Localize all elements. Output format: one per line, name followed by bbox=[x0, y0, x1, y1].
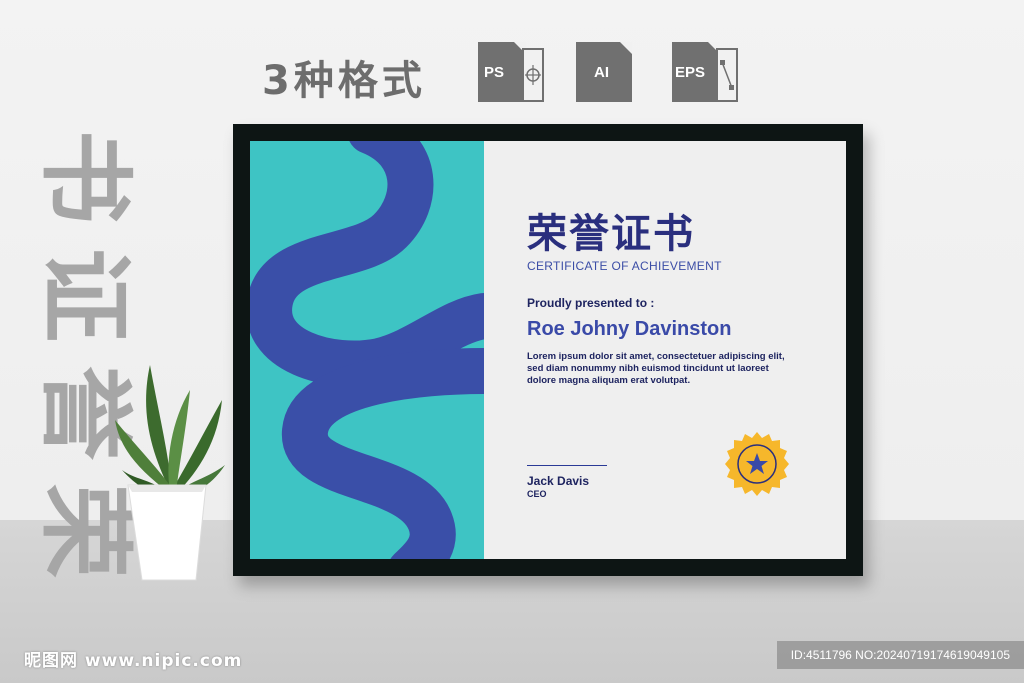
certificate-content: 荣誉证书 CERTIFICATE OF ACHIEVEMENT Proudly … bbox=[484, 141, 846, 559]
image-id-label: ID:4511796 NO:20240719174619049105 bbox=[776, 641, 1024, 669]
photoshop-file-icon: PS bbox=[478, 42, 544, 102]
certificate-frame: 荣誉证书 CERTIFICATE OF ACHIEVEMENT Proudly … bbox=[233, 124, 863, 576]
presented-label: Proudly presented to : bbox=[527, 296, 655, 310]
format-label-ai: AI bbox=[594, 64, 609, 81]
star-badge-icon bbox=[725, 432, 789, 496]
signer-name: Jack Davis bbox=[527, 474, 590, 488]
eps-file-icon: EPS bbox=[672, 42, 738, 102]
signature-line bbox=[527, 465, 607, 466]
vertical-title-char: 证 bbox=[30, 247, 139, 342]
certificate-body: Lorem ipsum dolor sit amet, consectetuer… bbox=[527, 351, 785, 386]
signer-role: CEO bbox=[527, 489, 547, 499]
teal-panel bbox=[250, 141, 484, 559]
certificate-title-en: CERTIFICATE OF ACHIEVEMENT bbox=[527, 259, 722, 273]
vertical-title-char: 书 bbox=[30, 129, 139, 224]
format-label-ps: PS bbox=[484, 64, 505, 81]
formats-label: 3种格式 bbox=[262, 58, 426, 104]
site-watermark: 昵图网 www.nipic.com bbox=[24, 651, 243, 671]
illustrator-file-icon: AI bbox=[576, 42, 640, 102]
potted-plant bbox=[115, 365, 225, 581]
wave-pattern bbox=[250, 141, 484, 559]
format-label-eps: EPS bbox=[675, 64, 706, 81]
recipient-name: Roe Johny Davinston bbox=[527, 318, 732, 340]
certificate-title-cn: 荣誉证书 bbox=[527, 211, 695, 257]
